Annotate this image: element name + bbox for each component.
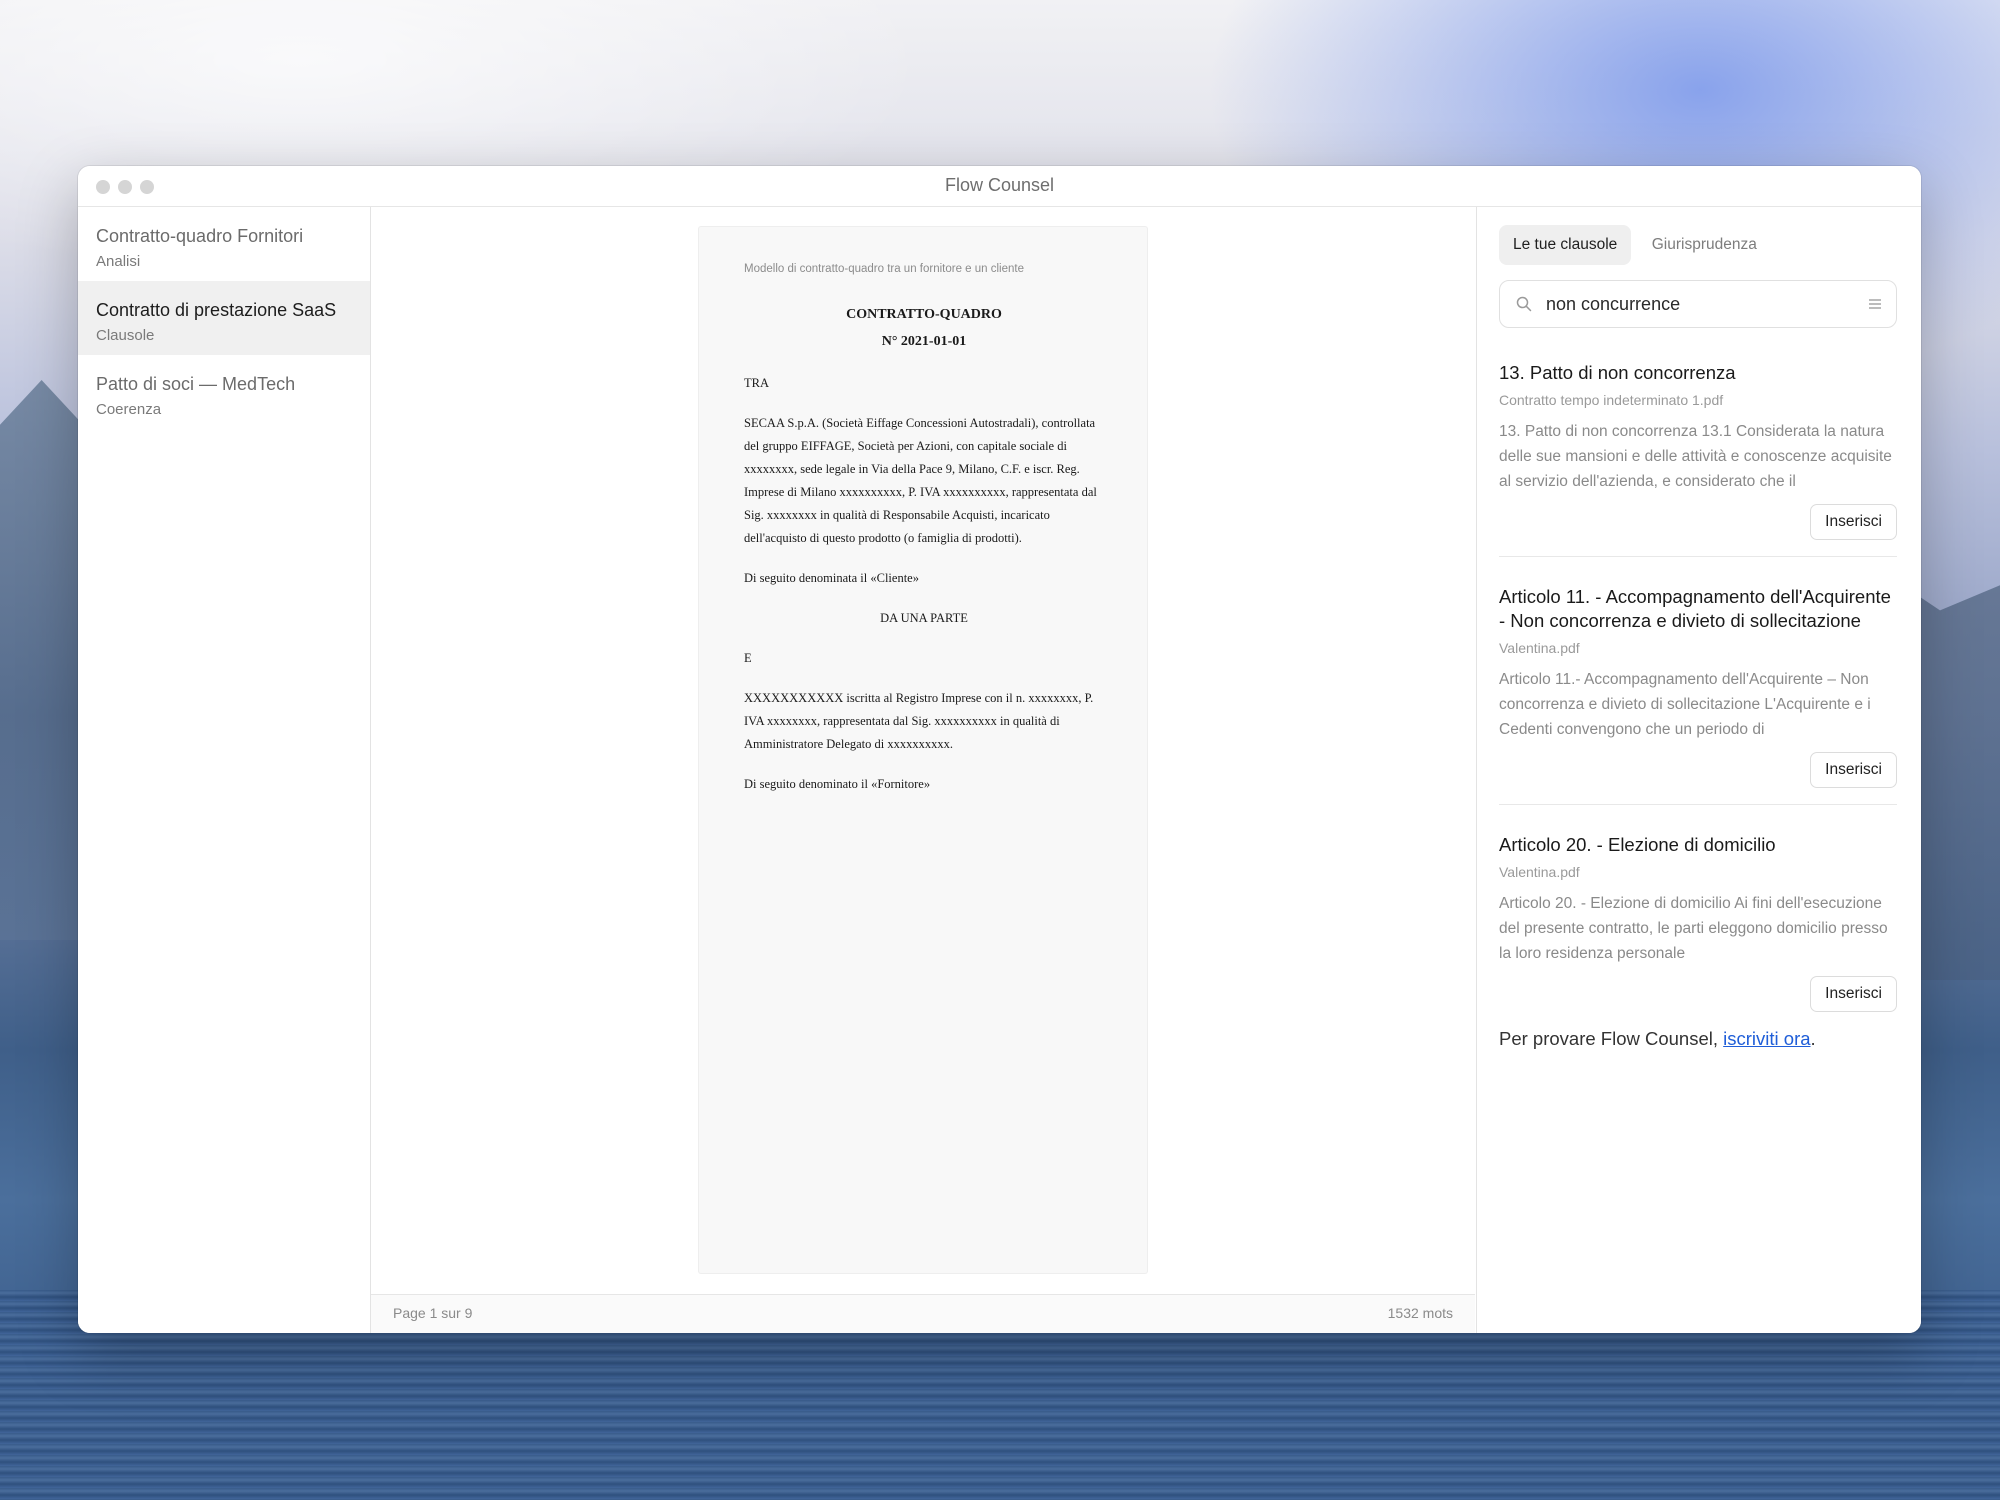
filter-lines-icon[interactable] bbox=[1868, 297, 1882, 311]
sidebar-item-title: Patto di soci — MedTech bbox=[96, 374, 296, 394]
result-title[interactable]: 13. Patto di non concorrenza bbox=[1499, 361, 1897, 385]
divider bbox=[1499, 804, 1897, 805]
panel-tabs: Le tue clausole Giurisprudenza bbox=[1499, 225, 1773, 265]
result-snippet: Articolo 20. - Elezione di domicilio Ai … bbox=[1499, 895, 1888, 962]
tab-case-law[interactable]: Giurisprudenza bbox=[1638, 225, 1771, 265]
word-count: 1532 mots bbox=[1387, 1305, 1453, 1321]
paragraph-party-two: XXXXXXXXXXX iscritta al Registro Imprese… bbox=[744, 691, 1094, 751]
result-source-file: Valentina.pdf bbox=[1499, 864, 1580, 880]
sidebar-item-subtitle: Coerenza bbox=[96, 401, 162, 418]
paragraph-fornitore: Di seguito denominato il «Fornitore» bbox=[744, 777, 931, 791]
document-sidebar: Contratto-quadro Fornitori Analisi Contr… bbox=[78, 207, 371, 1333]
signup-link[interactable]: iscriviti ora bbox=[1723, 1028, 1810, 1049]
status-bar: Page 1 sur 9 1532 mots bbox=[371, 1294, 1475, 1333]
tab-your-clauses[interactable]: Le tue clausole bbox=[1499, 225, 1632, 265]
divider bbox=[1499, 556, 1897, 557]
signup-prompt: Per provare Flow Counsel, iscriviti ora. bbox=[1499, 1028, 1897, 1050]
result-snippet: 13. Patto di non concorrenza 13.1 Consid… bbox=[1499, 423, 1892, 490]
app-window: Flow Counsel Contratto-quadro Fornitori … bbox=[78, 166, 1921, 1333]
signup-prompt-text: Per provare Flow Counsel, bbox=[1499, 1028, 1724, 1049]
document-page[interactable]: Modello di contratto-quadro tra un forni… bbox=[699, 227, 1147, 1273]
insert-button[interactable]: Inserisci bbox=[1810, 504, 1897, 540]
search-results: 13. Patto di non concorrenza Contratto t… bbox=[1499, 357, 1897, 1050]
search-input[interactable] bbox=[1544, 293, 1848, 316]
page-indicator: Page 1 sur 9 bbox=[393, 1305, 473, 1321]
paragraph-cliente: Di seguito denominata il «Cliente» bbox=[744, 571, 919, 585]
paragraph-da-una-parte: DA UNA PARTE bbox=[880, 611, 968, 625]
sidebar-item-patto-soci[interactable]: Patto di soci — MedTech Coerenza bbox=[78, 355, 370, 429]
sidebar-item-contratto-quadro[interactable]: Contratto-quadro Fornitori Analisi bbox=[78, 207, 370, 281]
sidebar-item-subtitle: Analisi bbox=[96, 253, 141, 270]
window-title: Flow Counsel bbox=[944, 175, 1055, 195]
result-title[interactable]: Articolo 11. - Accompagnamento dell'Acqu… bbox=[1499, 585, 1897, 633]
result-title[interactable]: Articolo 20. - Elezione di domicilio bbox=[1499, 833, 1897, 857]
clause-panel: Le tue clausole Giurisprudenza 13. Patto… bbox=[1476, 207, 1921, 1333]
clause-search-box[interactable] bbox=[1499, 280, 1897, 328]
result-source-file: Valentina.pdf bbox=[1499, 640, 1580, 656]
contract-title: CONTRATTO-QUADRO bbox=[846, 307, 1002, 322]
paragraph-party-one: SECAA S.p.A. (Società Eiffage Concession… bbox=[744, 416, 1097, 545]
result-item: Articolo 11. - Accompagnamento dell'Acqu… bbox=[1499, 581, 1897, 788]
sidebar-item-title: Contratto-quadro Fornitori bbox=[96, 226, 304, 246]
paragraph-e: E bbox=[744, 651, 752, 665]
result-item: Articolo 20. - Elezione di domicilio Val… bbox=[1499, 829, 1897, 1012]
sidebar-item-contratto-saas[interactable]: Contratto di prestazione SaaS Clausole bbox=[78, 281, 370, 355]
result-source-file: Contratto tempo indeterminato 1.pdf bbox=[1499, 392, 1724, 408]
page-body: CONTRATTO-QUADRO N° 2021-01-01 TRA SECAA… bbox=[744, 301, 1104, 796]
page-header-note: Modello di contratto-quadro tra un forni… bbox=[744, 263, 1024, 275]
sidebar-item-subtitle: Clausole bbox=[96, 327, 155, 344]
document-viewer: Modello di contratto-quadro tra un forni… bbox=[371, 207, 1475, 1333]
title-bar: Flow Counsel bbox=[78, 166, 1921, 207]
sidebar-item-title: Contratto di prestazione SaaS bbox=[96, 300, 337, 320]
signup-prompt-suffix: . bbox=[1810, 1028, 1816, 1049]
contract-number: N° 2021-01-01 bbox=[881, 334, 967, 349]
insert-button[interactable]: Inserisci bbox=[1810, 752, 1897, 788]
result-snippet: Articolo 11.- Accompagnamento dell'Acqui… bbox=[1499, 671, 1871, 738]
insert-button[interactable]: Inserisci bbox=[1810, 976, 1897, 1012]
paragraph-tra: TRA bbox=[744, 376, 769, 390]
search-icon bbox=[1516, 296, 1532, 312]
result-item: 13. Patto di non concorrenza Contratto t… bbox=[1499, 357, 1897, 540]
